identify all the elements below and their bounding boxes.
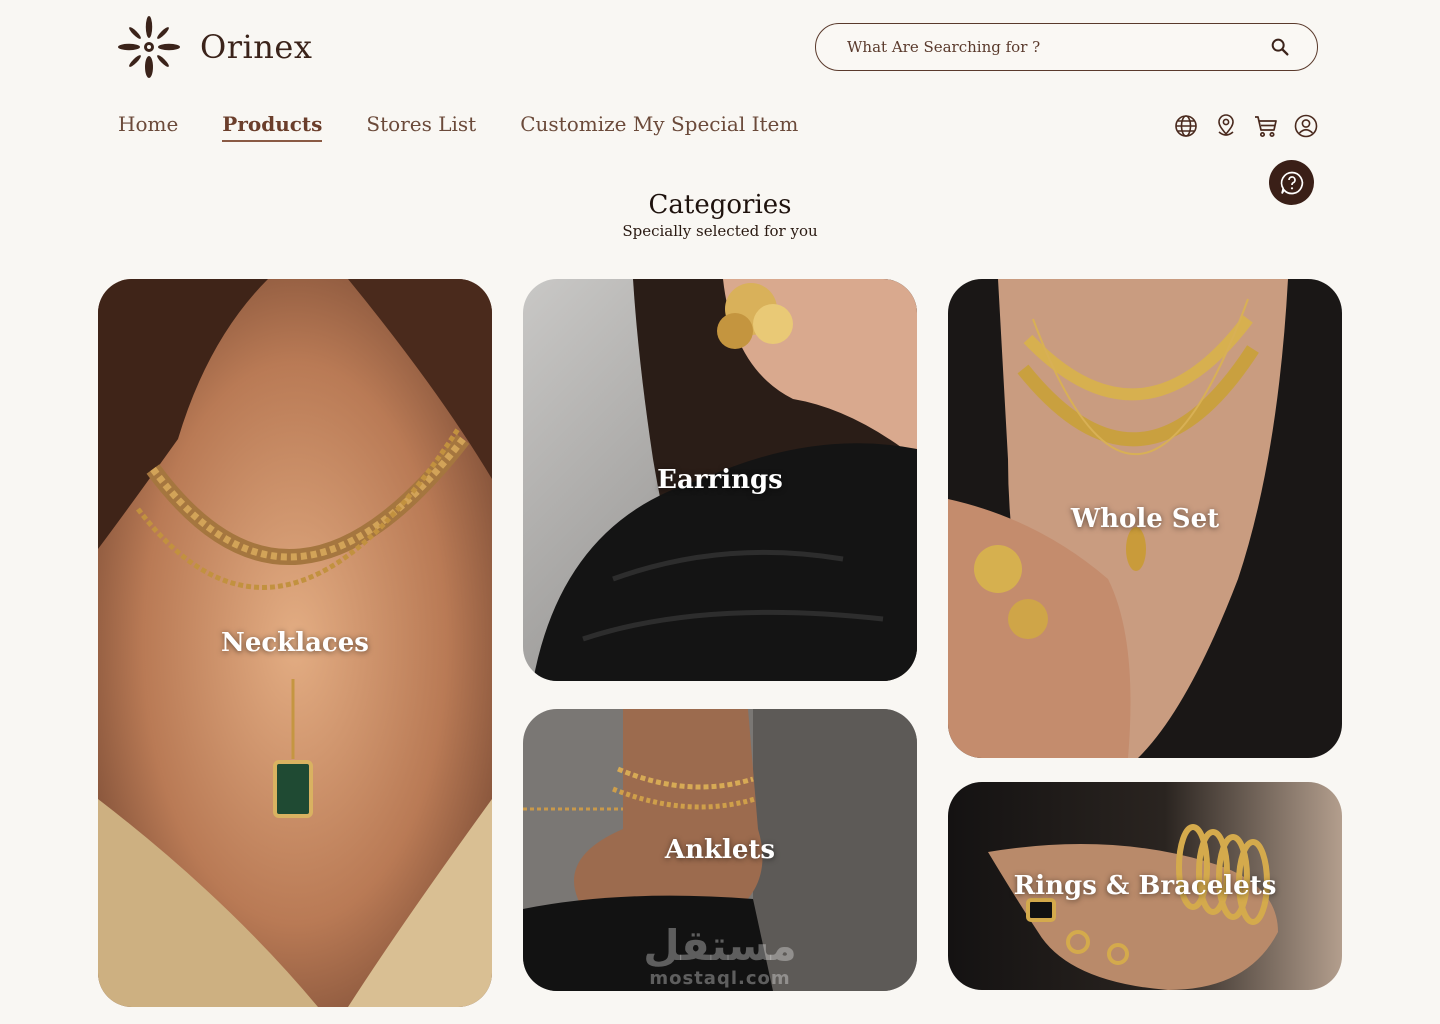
categories-title: Categories: [648, 190, 792, 220]
user-icon[interactable]: [1292, 112, 1320, 140]
watermark-arabic: مستقل: [643, 921, 797, 970]
category-label-rings-bracelets: Rings & Bracelets: [1013, 871, 1277, 901]
categories-heading: Categories Specially selected for you: [0, 190, 1440, 240]
watermark: مستقل mostaql.com: [632, 921, 808, 990]
nav-customize-special-item[interactable]: Customize My Special Item: [520, 112, 798, 140]
nav-products[interactable]: Products: [222, 112, 323, 142]
cart-icon[interactable]: [1252, 112, 1280, 140]
search-icon[interactable]: [1269, 36, 1291, 58]
category-card-whole-set[interactable]: Whole Set: [948, 279, 1342, 758]
globe-icon[interactable]: [1172, 112, 1200, 140]
nav-stores-list[interactable]: Stores List: [366, 112, 476, 140]
category-card-necklaces[interactable]: Necklaces: [98, 279, 492, 1007]
category-label-whole-set: Whole Set: [1070, 503, 1220, 534]
location-pin-icon[interactable]: [1212, 112, 1240, 140]
search-bar: [815, 23, 1318, 71]
category-label-anklets: Anklets: [664, 835, 776, 865]
search-input[interactable]: [847, 38, 1269, 56]
category-label-necklaces: Necklaces: [221, 628, 369, 658]
category-label-earrings: Earrings: [657, 465, 783, 495]
categories-subtitle: Specially selected for you: [622, 222, 818, 240]
main-nav: Home Products Stores List Customize My S…: [118, 112, 842, 142]
category-card-rings-bracelets[interactable]: Rings & Bracelets: [948, 782, 1342, 990]
category-card-earrings[interactable]: Earrings: [523, 279, 917, 681]
nav-home[interactable]: Home: [118, 112, 178, 140]
brand-logo[interactable]: Orinex: [116, 14, 312, 80]
watermark-latin: mostaql.com: [649, 968, 791, 989]
header-utility-icons: [1172, 112, 1332, 140]
brand-name: Orinex: [200, 28, 313, 66]
starburst-logo-icon: [118, 16, 180, 78]
